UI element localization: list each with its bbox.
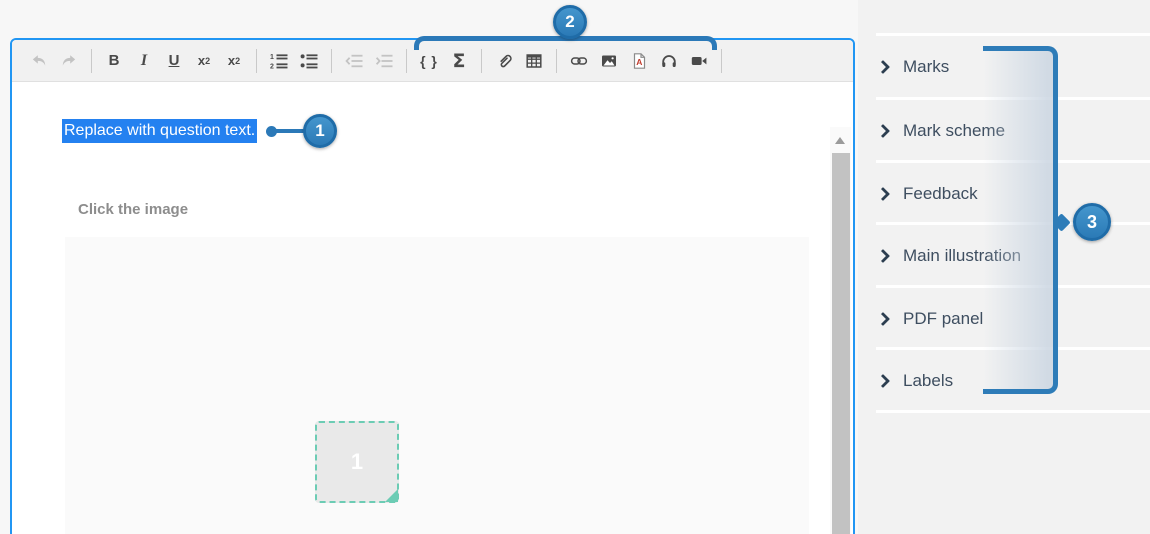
- drop-zone-number: 1: [350, 449, 364, 474]
- toolbar-separator: [91, 48, 92, 73]
- callout-1-connector: [274, 129, 306, 133]
- question-text-selected: Replace with question text.: [62, 119, 258, 143]
- image-caption-text: Click the image: [78, 201, 189, 218]
- chevron-right-icon: [875, 311, 891, 326]
- question-editor-screen: B I U x2 x2 1 2 {} Σ A Replace with que…: [0, 0, 1150, 534]
- svg-text:2: 2: [270, 63, 274, 70]
- main-illustration-area: 1: [65, 237, 809, 534]
- toolbar-separator: [256, 48, 257, 73]
- insert-image-button[interactable]: [594, 46, 624, 76]
- svg-text:1: 1: [270, 54, 274, 61]
- accordion-label: Labels: [903, 370, 954, 390]
- callout-badge-3: 3: [1073, 203, 1111, 241]
- scrollbar-thumb[interactable]: [832, 153, 850, 534]
- decrease-indent-button: [339, 46, 369, 76]
- accordion-label: Marks: [903, 56, 950, 76]
- callout-3-bracket: [983, 46, 1058, 394]
- code-snippet-button[interactable]: { }: [414, 46, 444, 76]
- accordion-label: Feedback: [903, 183, 978, 203]
- rich-text-editor: B I U x2 x2 1 2 {} Σ A Replace with que…: [10, 38, 855, 534]
- insert-table-button[interactable]: [519, 46, 549, 76]
- chevron-right-icon: [875, 248, 891, 263]
- chevron-right-icon: [875, 123, 891, 138]
- chevron-right-icon: [875, 373, 891, 388]
- toolbar-separator: [721, 48, 722, 73]
- toolbar-separator: [556, 48, 557, 73]
- italic-button[interactable]: I: [129, 46, 159, 76]
- increase-indent-button: [369, 46, 399, 76]
- chevron-right-icon: [875, 186, 891, 201]
- subscript-button[interactable]: x2: [189, 46, 219, 76]
- chevron-right-icon: [875, 59, 891, 74]
- numbered-list-button[interactable]: 1 2: [264, 46, 294, 76]
- svg-text:A: A: [636, 57, 642, 67]
- resize-handle[interactable]: [385, 489, 398, 502]
- underline-button[interactable]: U: [159, 46, 189, 76]
- toolbar-separator: [481, 48, 482, 73]
- insert-video-button[interactable]: [684, 46, 714, 76]
- insert-link-button[interactable]: [564, 46, 594, 76]
- editor-content[interactable]: Replace with question text. Click the im…: [12, 83, 853, 534]
- scroll-up-icon[interactable]: [835, 137, 845, 144]
- callout-1-dot: [266, 126, 277, 137]
- bold-button[interactable]: B: [99, 46, 129, 76]
- toolbar-separator: [406, 48, 407, 73]
- insert-audio-button[interactable]: [654, 46, 684, 76]
- callout-badge-2: 2: [553, 5, 587, 39]
- editor-scrollbar[interactable]: [830, 127, 851, 534]
- bulleted-list-button[interactable]: [294, 46, 324, 76]
- accordion-label: PDF panel: [903, 308, 984, 328]
- insert-pdf-button[interactable]: A: [624, 46, 654, 76]
- redo-button: [54, 46, 84, 76]
- undo-button: [24, 46, 54, 76]
- toolbar-separator: [331, 48, 332, 73]
- callout-badge-1: 1: [303, 114, 337, 148]
- attachment-button[interactable]: [489, 46, 519, 76]
- label-drop-zone[interactable]: 1: [315, 421, 399, 503]
- superscript-button[interactable]: x2: [219, 46, 249, 76]
- math-formula-button[interactable]: Σ: [444, 46, 474, 76]
